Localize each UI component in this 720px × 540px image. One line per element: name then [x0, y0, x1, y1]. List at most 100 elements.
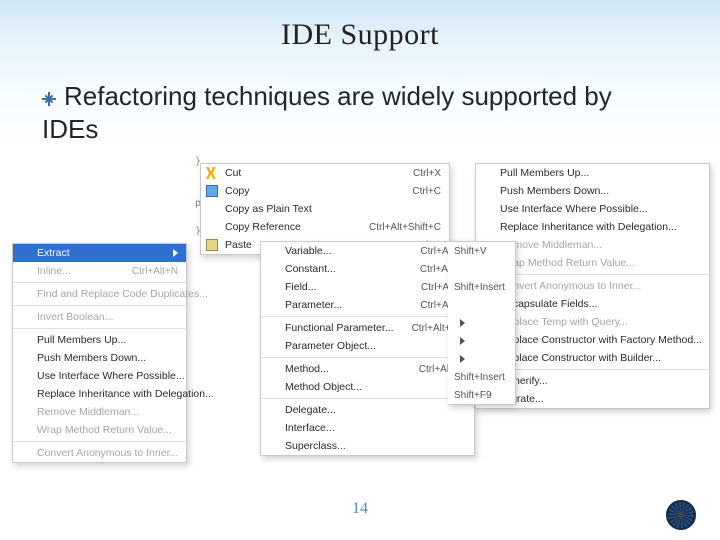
extract-submenu-label: Functional Parameter...: [285, 322, 394, 334]
page-number: 14: [0, 500, 720, 518]
shortcut-sliver-row: Shift+Insert: [448, 368, 515, 386]
context-menu-item[interactable]: Copy as Plain Text: [201, 200, 449, 218]
extract-submenu-label: Constant...: [285, 263, 402, 275]
refactor-left-label: Use Interface Where Possible...: [37, 370, 185, 382]
shortcut-sliver-text: Shift+Insert: [454, 282, 505, 293]
extract-submenu-item[interactable]: Method...Ctrl+Alt+M: [261, 360, 474, 378]
extract-submenu-item[interactable]: Method Object...: [261, 378, 474, 396]
extract-submenu-item[interactable]: Parameter...Ctrl+Alt+P: [261, 296, 474, 314]
shortcut-sliver-row: [448, 350, 515, 368]
refactor-left-shortcut: Ctrl+Alt+N: [114, 266, 178, 277]
shortcut-sliver-row: [448, 260, 515, 278]
context-menu-label: Copy: [225, 185, 394, 197]
extract-submenu-item[interactable]: Delegate...: [261, 401, 474, 419]
refactor-left-item: Remove Middleman...: [13, 403, 186, 421]
extract-submenu-label: Method Object...: [285, 381, 466, 393]
extract-submenu-separator: [261, 398, 474, 399]
refactor-right-item[interactable]: Use Interface Where Possible...: [476, 200, 709, 218]
refactor-menu-left: Extract Inline...Ctrl+Alt+N Find and Repla…: [12, 243, 187, 463]
shortcut-sliver-row: [448, 332, 515, 350]
context-menu-shortcut: Ctrl+X: [395, 168, 441, 179]
refactor-left-label: Extract: [37, 247, 167, 259]
university-logo-icon: [666, 500, 696, 530]
refactor-left-separator: [13, 305, 186, 306]
extract-submenu-item[interactable]: Interface...: [261, 419, 474, 437]
refactor-left-label: Pull Members Up...: [37, 334, 178, 346]
shortcut-sliver-row: Shift+F9: [448, 386, 515, 404]
refactor-left-separator: [13, 328, 186, 329]
extract-submenu-label: Parameter...: [285, 299, 402, 311]
extract-submenu-label: Interface...: [285, 422, 466, 434]
refactor-left-item: Invert Boolean...: [13, 308, 186, 326]
refactor-left-item[interactable]: Pull Members Up...: [13, 331, 186, 349]
refactor-right-label: Pull Members Up...: [500, 167, 701, 179]
paste-icon: [206, 239, 218, 251]
context-menu-label: Cut: [225, 167, 395, 179]
refactor-left-label: Find and Replace Code Duplicates...: [37, 288, 208, 300]
extract-submenu-item[interactable]: Functional Parameter...Ctrl+Alt+Shift+P: [261, 319, 474, 337]
extract-submenu-label: Delegate...: [285, 404, 466, 416]
submenu-arrow-icon: [460, 337, 465, 345]
extract-submenu-item[interactable]: Variable...Ctrl+Alt+V: [261, 242, 474, 260]
bullet-text: Refactoring techniques are widely suppor…: [42, 81, 612, 144]
refactor-right-label: Encapsulate Fields...: [500, 298, 701, 310]
extract-submenu-label: Field...: [285, 281, 403, 293]
refactor-right-label: Remove Middleman...: [500, 239, 701, 251]
refactor-left-item: Find and Replace Code Duplicates...: [13, 285, 186, 303]
refactor-left-label: Remove Middleman...: [37, 406, 178, 418]
refactor-left-label: Invert Boolean...: [37, 311, 178, 323]
footer-strip: [0, 522, 720, 540]
shortcut-sliver: Shift+V Shift+Insert Shift+Insert Shift+F9: [448, 241, 516, 405]
context-menu-item[interactable]: CopyCtrl+C: [201, 182, 449, 200]
context-menu-item[interactable]: Copy ReferenceCtrl+Alt+Shift+C: [201, 218, 449, 236]
refactor-left-item: Wrap Method Return Value...: [13, 421, 186, 439]
refactor-left-item[interactable]: Extract: [13, 244, 186, 262]
submenu-arrow-icon: [460, 355, 465, 363]
refactor-right-label: Push Members Down...: [500, 185, 701, 197]
refactor-left-item[interactable]: Replace Inheritance with Delegation...: [13, 385, 186, 403]
refactor-right-item[interactable]: Push Members Down...: [476, 182, 709, 200]
refactor-left-item: Inline...Ctrl+Alt+N: [13, 262, 186, 280]
refactor-left-label: Wrap Method Return Value...: [37, 424, 178, 436]
refactor-left-item[interactable]: Push Members Down...: [13, 349, 186, 367]
refactor-left-label: Replace Inheritance with Delegation...: [37, 388, 214, 400]
context-menu-label: Copy Reference: [225, 221, 351, 233]
context-menu-item[interactable]: CutCtrl+X: [201, 164, 449, 182]
refactor-right-item[interactable]: Pull Members Up...: [476, 164, 709, 182]
refactor-left-item[interactable]: Use Interface Where Possible...: [13, 367, 186, 385]
refactor-right-label: Replace Constructor with Builder...: [500, 352, 701, 364]
shortcut-sliver-row: [448, 314, 515, 332]
context-menu-shortcut: Ctrl+Alt+Shift+C: [351, 222, 441, 233]
refactor-left-separator: [13, 441, 186, 442]
refactor-right-label: Wrap Method Return Value...: [500, 257, 701, 269]
shortcut-sliver-text: Shift+V: [454, 246, 487, 257]
extract-submenu-label: Method...: [285, 363, 401, 375]
extract-submenu: Variable...Ctrl+Alt+VConstant...Ctrl+Alt…: [260, 241, 475, 456]
refactor-left-item: Convert Anonymous to Inner...: [13, 444, 186, 462]
refactor-right-label: Use Interface Where Possible...: [500, 203, 701, 215]
extract-submenu-item[interactable]: Constant...Ctrl+Alt+C: [261, 260, 474, 278]
extract-submenu-item[interactable]: Field...Ctrl+Alt+F: [261, 278, 474, 296]
sparkle-bullet-icon: [42, 92, 56, 106]
refactor-right-label: Convert Anonymous to Inner...: [500, 280, 701, 292]
extract-submenu-item[interactable]: Parameter Object...: [261, 337, 474, 355]
copy-icon: [206, 185, 218, 197]
shortcut-sliver-text: Shift+Insert: [454, 372, 505, 383]
refactor-right-label: Replace Temp with Query...: [500, 316, 701, 328]
refactor-left-label: Push Members Down...: [37, 352, 178, 364]
bullet-line: Refactoring techniques are widely suppor…: [42, 80, 662, 145]
cut-icon: [206, 167, 218, 179]
extract-submenu-label: Superclass...: [285, 440, 466, 452]
extract-submenu-item[interactable]: Superclass...: [261, 437, 474, 455]
extract-submenu-separator: [261, 357, 474, 358]
extract-submenu-label: Parameter Object...: [285, 340, 466, 352]
context-menu-shortcut: Ctrl+C: [394, 186, 441, 197]
submenu-arrow-icon: [173, 249, 178, 257]
refactor-left-label: Inline...: [37, 265, 114, 277]
shortcut-sliver-row: [448, 296, 515, 314]
refactor-right-item[interactable]: Replace Inheritance with Delegation...: [476, 218, 709, 236]
submenu-arrow-icon: [460, 319, 465, 327]
shortcut-sliver-text: Shift+F9: [454, 390, 492, 401]
refactor-left-separator: [13, 282, 186, 283]
refactor-left-label: Convert Anonymous to Inner...: [37, 447, 178, 459]
